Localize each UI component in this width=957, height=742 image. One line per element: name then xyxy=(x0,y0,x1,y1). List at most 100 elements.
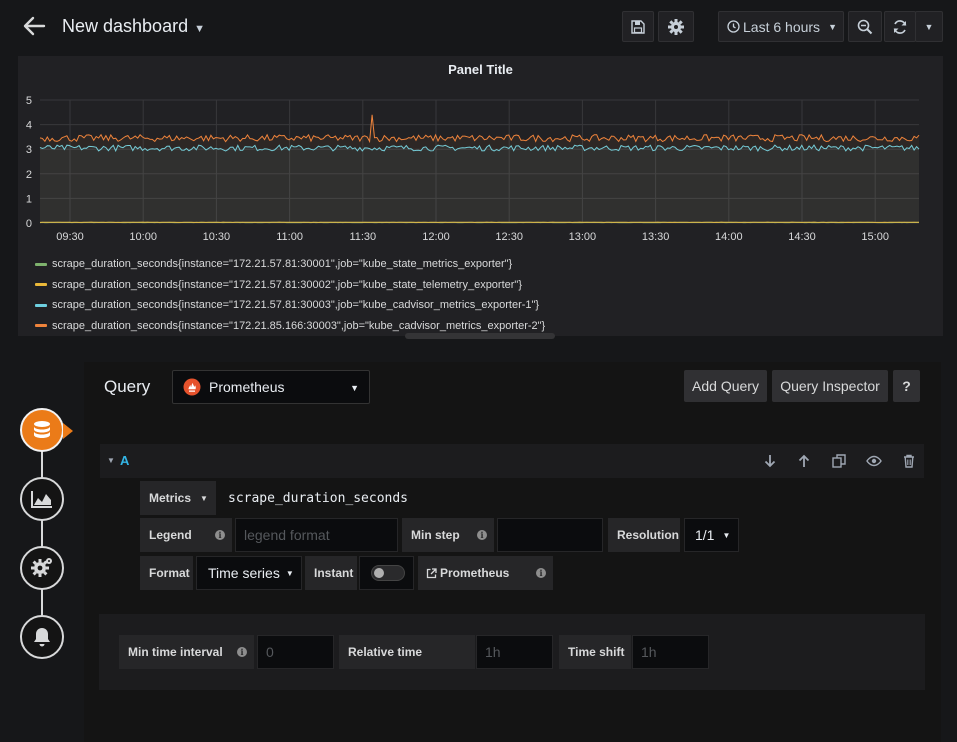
min-step-label: Min step i xyxy=(402,518,494,552)
move-down-icon[interactable] xyxy=(762,453,778,469)
legend-label: Legend i xyxy=(140,518,232,552)
save-icon xyxy=(631,19,645,34)
trash-icon[interactable] xyxy=(901,453,917,469)
y-tick-label: 5 xyxy=(26,95,32,107)
gear-icon xyxy=(668,18,684,35)
x-tick-label: 13:00 xyxy=(569,231,597,243)
dashboard-title-text: New dashboard xyxy=(62,16,189,36)
format-label: Format xyxy=(140,556,193,590)
database-icon xyxy=(34,421,50,438)
zoom-out-button[interactable] xyxy=(848,11,882,42)
time-shift-input[interactable]: 1h xyxy=(632,635,709,669)
format-select[interactable]: Time series ▼ xyxy=(196,556,302,590)
x-tick-label: 15:00 xyxy=(861,231,889,243)
instant-toggle[interactable] xyxy=(371,565,405,581)
min-interval-input[interactable]: 0 xyxy=(257,635,334,669)
min-step-label-text: Min step xyxy=(411,528,460,542)
chevron-down-icon: ▼ xyxy=(285,568,294,578)
info-icon[interactable]: i xyxy=(536,568,546,578)
legend-label[interactable]: scrape_duration_seconds{instance="172.21… xyxy=(52,320,545,332)
collapse-caret-icon[interactable]: ▼ xyxy=(107,456,115,465)
metrics-label: Metrics xyxy=(149,491,192,505)
datasource-picker[interactable]: Prometheus ▼ xyxy=(172,370,370,404)
x-tick-label: 10:30 xyxy=(203,231,231,243)
queries-tab-icon[interactable] xyxy=(20,408,64,452)
back-arrow-icon[interactable] xyxy=(20,12,48,40)
alert-tab-icon[interactable] xyxy=(20,615,64,659)
prometheus-docs-link[interactable]: Prometheus i xyxy=(418,556,553,590)
resolution-select[interactable]: 1/1 ▼ xyxy=(684,518,739,552)
legend-label-text: Legend xyxy=(149,528,192,542)
prometheus-logo-icon xyxy=(183,378,201,396)
legend-color-swatch[interactable] xyxy=(35,324,47,328)
time-range-picker[interactable]: Last 6 hours ▼ xyxy=(718,11,844,42)
resolution-value: 1/1 xyxy=(695,527,715,543)
legend-color-swatch[interactable] xyxy=(35,303,47,307)
chevron-down-icon: ▼ xyxy=(350,383,359,393)
general-settings-tab-icon[interactable] xyxy=(20,546,64,590)
x-tick-label: 14:30 xyxy=(788,231,816,243)
datasource-name: Prometheus xyxy=(209,379,285,395)
save-dashboard-button[interactable] xyxy=(622,11,654,42)
info-icon[interactable]: i xyxy=(237,647,247,657)
editor-side-rail xyxy=(41,430,43,638)
panel-resize-handle[interactable] xyxy=(405,333,555,339)
chevron-down-icon: ▼ xyxy=(828,21,837,32)
dashboard-title[interactable]: New dashboard ▼ xyxy=(62,16,205,37)
legend-format-input[interactable]: legend format xyxy=(235,518,398,552)
y-tick-label: 3 xyxy=(26,144,32,156)
dashboard-settings-button[interactable] xyxy=(658,11,694,42)
y-tick-label: 2 xyxy=(26,169,32,181)
chevron-down-icon: ▼ xyxy=(924,21,934,32)
x-tick-label: 09:30 xyxy=(56,231,84,243)
chevron-down-icon: ▼ xyxy=(200,493,208,503)
legend-item[interactable]: scrape_duration_seconds{instance="172.21… xyxy=(35,254,545,275)
move-up-icon[interactable] xyxy=(796,453,812,469)
query-ref-id[interactable]: A xyxy=(120,453,129,468)
refresh-button[interactable] xyxy=(884,11,916,42)
cogs-icon xyxy=(31,558,52,577)
metrics-dropdown[interactable]: Metrics ▼ xyxy=(140,481,216,515)
legend-color-swatch[interactable] xyxy=(35,283,47,287)
active-tab-pointer-icon xyxy=(63,423,73,439)
series-area xyxy=(40,114,919,223)
legend-color-swatch[interactable] xyxy=(35,262,47,266)
x-tick-label: 12:30 xyxy=(495,231,523,243)
instant-label: Instant xyxy=(305,556,357,590)
legend-label[interactable]: scrape_duration_seconds{instance="172.21… xyxy=(52,258,512,270)
top-navbar: New dashboard ▼ Last 6 hours ▼ ▼ xyxy=(0,0,957,54)
time-series-chart[interactable]: 0 1 2 3 4 5 09:30 10:00 10:30 11:00 11:30 12:00 12:3… xyxy=(18,56,943,256)
time-shift-label: Time shift xyxy=(559,635,631,669)
info-icon[interactable]: i xyxy=(215,530,225,540)
legend-label[interactable]: scrape_duration_seconds{instance="172.21… xyxy=(52,299,539,311)
relative-time-input[interactable]: 1h xyxy=(476,635,553,669)
min-step-input[interactable] xyxy=(497,518,603,552)
bell-icon xyxy=(34,628,50,647)
external-link-icon xyxy=(426,567,437,578)
y-tick-label: 0 xyxy=(26,218,32,230)
min-interval-label: Min time interval i xyxy=(119,635,254,669)
add-query-button[interactable]: Add Query xyxy=(684,370,767,402)
promql-query-input[interactable]: scrape_duration_seconds xyxy=(220,481,924,515)
refresh-interval-dropdown[interactable]: ▼ xyxy=(915,11,943,42)
x-tick-label: 11:30 xyxy=(349,231,376,243)
x-tick-label: 13:30 xyxy=(642,231,670,243)
x-tick-label: 14:00 xyxy=(715,231,743,243)
duplicate-icon[interactable] xyxy=(831,453,847,469)
legend-item[interactable]: scrape_duration_seconds{instance="172.21… xyxy=(35,275,545,296)
legend-label[interactable]: scrape_duration_seconds{instance="172.21… xyxy=(52,279,522,291)
visualization-tab-icon[interactable] xyxy=(20,477,64,521)
eye-icon[interactable] xyxy=(866,453,882,469)
y-tick-label: 4 xyxy=(26,120,32,132)
x-tick-label: 11:00 xyxy=(276,231,303,243)
query-row-header[interactable]: ▼ A xyxy=(100,444,924,478)
clock-icon xyxy=(727,20,740,33)
query-inspector-button[interactable]: Query Inspector xyxy=(772,370,888,402)
toggle-knob xyxy=(374,568,384,578)
chevron-down-icon: ▼ xyxy=(194,23,205,35)
area-chart-icon xyxy=(31,491,52,508)
info-icon[interactable]: i xyxy=(477,530,487,540)
help-button[interactable]: ? xyxy=(893,370,920,402)
zoom-out-icon xyxy=(857,19,873,34)
legend-item[interactable]: scrape_duration_seconds{instance="172.21… xyxy=(35,295,545,316)
